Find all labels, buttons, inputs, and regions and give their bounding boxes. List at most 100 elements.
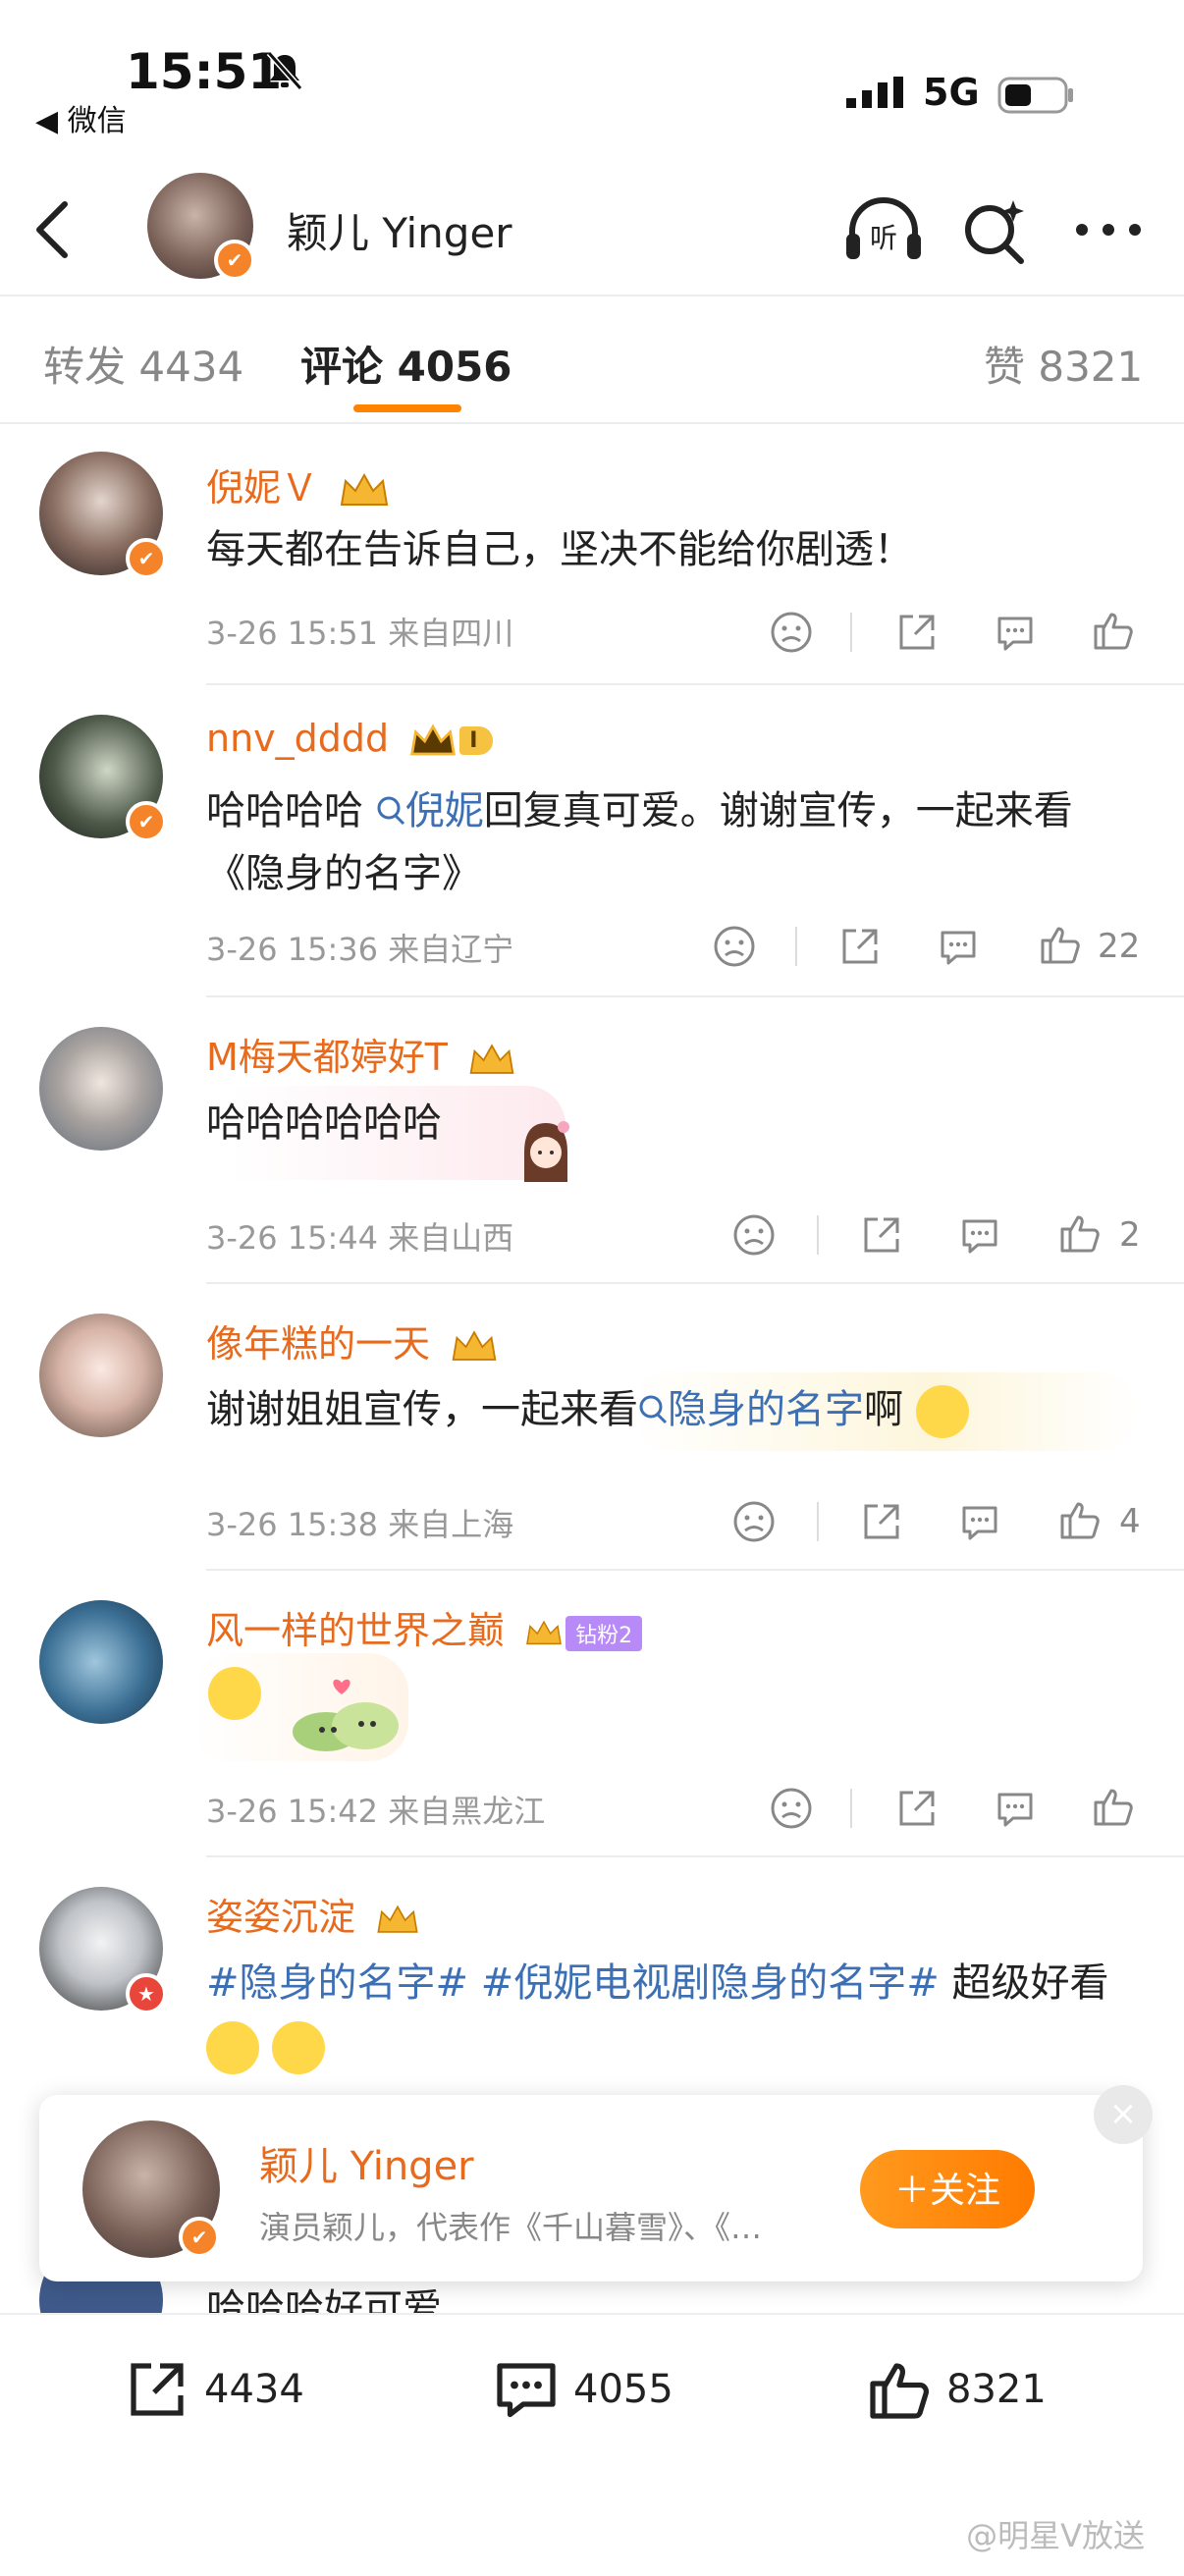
separator bbox=[795, 927, 797, 966]
back-to-app[interactable]: ◀ 微信 bbox=[35, 96, 127, 139]
network-type: 5G bbox=[923, 71, 980, 114]
share-icon[interactable] bbox=[893, 609, 941, 656]
repost-button[interactable]: 4434 bbox=[122, 2354, 304, 2433]
commenter-name-text: nnv_dddd bbox=[206, 717, 390, 760]
author-avatar[interactable]: ✔ bbox=[147, 173, 255, 281]
like-count: 4 bbox=[1119, 1502, 1141, 1541]
commenter-name-text: 风一样的世界之巅 bbox=[206, 1609, 506, 1652]
search-icon[interactable] bbox=[960, 196, 1029, 265]
share-icon[interactable] bbox=[858, 1498, 905, 1545]
comment-text-part: 哈哈哈哈 bbox=[206, 788, 363, 833]
crown-badge-icon bbox=[340, 472, 389, 506]
comment-text-part: 啊 bbox=[864, 1387, 903, 1432]
dislike-face-icon[interactable] bbox=[768, 1785, 815, 1832]
share-icon[interactable] bbox=[836, 923, 884, 970]
card-author-desc: 演员颖儿，代表作《千山暮雪》、《… bbox=[259, 2209, 763, 2246]
comment-item: 风一样的世界之巅 钻粉2 3-26 15:42 来自黑龙江 bbox=[0, 1569, 1184, 1855]
comment-emoji-row bbox=[208, 1667, 261, 1720]
battery-icon bbox=[997, 77, 1073, 114]
commenter-name[interactable]: 倪妮Ｖ bbox=[206, 457, 391, 511]
comment-icon[interactable] bbox=[992, 1785, 1039, 1832]
listen-headphones-icon[interactable]: 听 bbox=[842, 194, 925, 263]
mute-bell-icon bbox=[266, 51, 303, 90]
repost-count: 4434 bbox=[204, 2367, 304, 2412]
close-icon[interactable]: × bbox=[1094, 2085, 1153, 2144]
dislike-face-icon[interactable] bbox=[730, 1211, 778, 1259]
comment-meta: 3-26 15:36 来自辽宁 bbox=[206, 931, 514, 968]
red-star-badge-icon: ★ bbox=[126, 1973, 167, 2014]
commenter-avatar[interactable]: ★ bbox=[39, 1887, 167, 2014]
like-count-total: 8321 bbox=[946, 2367, 1047, 2412]
crown-badge-icon bbox=[469, 1043, 514, 1074]
like-thumb-icon[interactable] bbox=[1056, 1209, 1103, 1257]
search-small-icon bbox=[639, 1395, 668, 1424]
comment-meta: 3-26 15:38 来自上海 bbox=[206, 1506, 514, 1543]
crown-badge-icon bbox=[452, 1329, 497, 1361]
comment-icon bbox=[497, 2363, 556, 2418]
separator bbox=[850, 1789, 852, 1828]
crown-badge-icon bbox=[377, 1905, 418, 1933]
separator bbox=[817, 1215, 819, 1255]
grin-emoji-icon bbox=[915, 1385, 969, 1438]
commenter-name[interactable]: 像年糕的一天 bbox=[206, 1314, 499, 1368]
follow-button[interactable]: ＋关注 bbox=[860, 2150, 1035, 2228]
hashtag-link[interactable]: #隐身的名字# bbox=[206, 1960, 468, 2006]
author-avatar[interactable]: ✔ bbox=[82, 2120, 220, 2258]
verified-badge-icon: ✔ bbox=[126, 801, 167, 842]
commenter-name[interactable]: M梅天都婷好T bbox=[206, 1027, 516, 1081]
hug-emoji-icon bbox=[208, 1667, 261, 1720]
comment-button[interactable]: 4055 bbox=[491, 2354, 673, 2433]
watermark: @明星V放送 bbox=[966, 2517, 1145, 2554]
commenter-avatar[interactable]: ✔ bbox=[39, 452, 167, 579]
hashtag-link[interactable]: #倪妮电视剧隐身的名字# bbox=[481, 1960, 940, 2006]
comment-text: 哈哈哈哈哈哈 bbox=[206, 1100, 442, 1146]
author-name[interactable]: 颖儿 Yinger bbox=[287, 200, 512, 260]
commenter-name[interactable]: 姿姿沉淀 bbox=[206, 1887, 420, 1941]
verified-badge-icon: ✔ bbox=[126, 538, 167, 579]
tab-reposts[interactable]: 转发 4434 bbox=[43, 334, 243, 394]
more-options-icon[interactable] bbox=[1074, 220, 1143, 240]
commenter-avatar[interactable] bbox=[39, 1314, 163, 1437]
commenter-avatar[interactable] bbox=[39, 1600, 163, 1724]
like-thumb-icon[interactable] bbox=[1090, 1783, 1137, 1830]
comment-icon[interactable] bbox=[956, 1211, 1003, 1259]
comment-item: 像年糕的一天 谢谢姐姐宣传，一起来看 隐身的名字啊 3-26 15:38 来自上海… bbox=[0, 1282, 1184, 1569]
commenter-name[interactable]: 风一样的世界之巅 钻粉2 bbox=[206, 1600, 643, 1654]
comment-text-part: 谢谢姐姐宣传，一起来看 bbox=[206, 1387, 638, 1432]
comment-icon[interactable] bbox=[935, 923, 982, 970]
dislike-face-icon[interactable] bbox=[768, 609, 815, 656]
crying-laugh-emoji-icon bbox=[271, 2021, 325, 2074]
back-arrow-icon[interactable] bbox=[29, 198, 79, 261]
commenter-name-text: M梅天都婷好T bbox=[206, 1036, 448, 1079]
like-thumb-icon[interactable] bbox=[1037, 921, 1084, 968]
dislike-face-icon[interactable] bbox=[711, 923, 758, 970]
share-icon[interactable] bbox=[858, 1211, 905, 1259]
like-thumb-icon[interactable] bbox=[1056, 1496, 1103, 1543]
comment-meta: 3-26 15:51 来自四川 bbox=[206, 615, 514, 652]
comment-text: 哈哈哈哈 倪妮回复真可爱。谢谢宣传，一起来看《隐身的名字》 bbox=[206, 779, 1149, 905]
share-icon[interactable] bbox=[893, 1785, 941, 1832]
tab-comments[interactable]: 评论 4056 bbox=[300, 334, 512, 394]
tab-likes[interactable]: 赞 8321 bbox=[984, 334, 1143, 394]
search-small-icon bbox=[377, 796, 404, 826]
share-icon bbox=[131, 2363, 184, 2416]
like-thumb-icon[interactable] bbox=[1090, 607, 1137, 654]
dislike-face-icon[interactable] bbox=[730, 1498, 778, 1545]
comment-icon[interactable] bbox=[992, 609, 1039, 656]
commenter-avatar[interactable]: ✔ bbox=[39, 715, 167, 842]
comment-meta: 3-26 15:42 来自黑龙江 bbox=[206, 1793, 546, 1830]
fan-badge: 钻粉2 bbox=[565, 1615, 643, 1651]
level-badge: I bbox=[459, 726, 494, 755]
card-author-name[interactable]: 颖儿 Yinger bbox=[259, 2134, 474, 2191]
topic-link[interactable]: 隐身的名字 bbox=[638, 1387, 864, 1432]
like-button[interactable]: 8321 bbox=[864, 2354, 1047, 2433]
commenter-avatar[interactable] bbox=[39, 1027, 163, 1151]
comment-text: 每天都在告诉自己，坚决不能给你剧透！ bbox=[206, 527, 913, 572]
commenter-name[interactable]: nnv_dddd I bbox=[206, 717, 494, 761]
comment-icon[interactable] bbox=[956, 1498, 1003, 1545]
crown-badge-icon bbox=[526, 1620, 563, 1644]
mention-link[interactable]: 倪妮 bbox=[363, 788, 484, 833]
separator bbox=[850, 613, 852, 652]
commenter-name-text: 姿姿沉淀 bbox=[206, 1896, 356, 1939]
topic-link-text: 隐身的名字 bbox=[668, 1387, 864, 1432]
